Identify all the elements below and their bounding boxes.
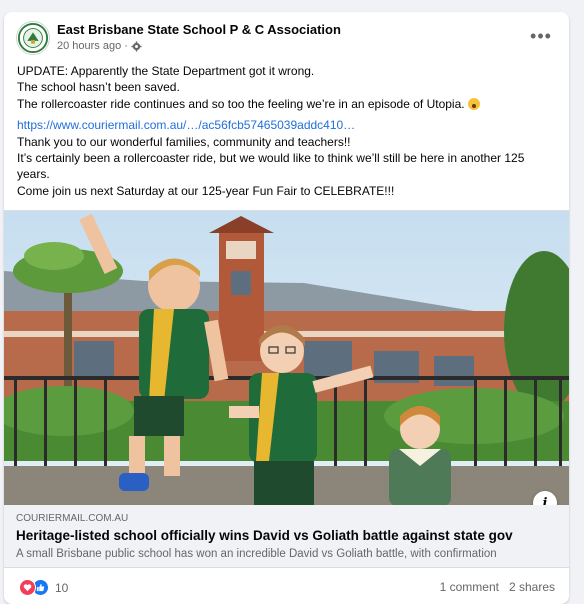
children-school-photo bbox=[4, 211, 569, 506]
post-footer: 10 1 comment 2 shares bbox=[4, 575, 569, 599]
link-preview-image[interactable]: i bbox=[4, 210, 569, 506]
post-line: UPDATE: Apparently the State Department … bbox=[17, 64, 315, 78]
separator-dot: · bbox=[124, 40, 128, 52]
link-domain: COURIERMAIL.COM.AU bbox=[16, 513, 129, 524]
post-card: East Brisbane State School P & C Associa… bbox=[4, 12, 569, 604]
post-line: It’s certainly been a rollercoaster ride… bbox=[17, 151, 525, 182]
page-avatar[interactable] bbox=[16, 21, 50, 55]
gear-icon[interactable] bbox=[131, 40, 142, 52]
comment-count-link[interactable]: 1 comment bbox=[440, 580, 499, 594]
post-line: The school hasn’t been saved. bbox=[17, 80, 180, 95]
love-reaction-icon bbox=[19, 579, 36, 596]
post-line: Come join us next Saturday at our 125-ye… bbox=[17, 183, 395, 198]
link-preview[interactable]: COURIERMAIL.COM.AU Heritage-listed schoo… bbox=[4, 505, 569, 568]
reaction-count: 10 bbox=[55, 580, 69, 595]
post-line-text: The rollercoaster ride continues and so … bbox=[17, 96, 465, 111]
reactions-summary[interactable]: 10 bbox=[19, 579, 68, 596]
school-crest-logo bbox=[17, 22, 49, 54]
astonished-face-emoji bbox=[467, 97, 480, 110]
post-timestamp[interactable]: 20 hours ago bbox=[57, 40, 121, 52]
post-text: UPDATE: Apparently the State Department … bbox=[17, 63, 557, 199]
link-description: A small Brisbane public school has won a… bbox=[16, 548, 497, 560]
link-headline[interactable]: Heritage-listed school officially wins D… bbox=[16, 528, 513, 543]
share-count-link[interactable]: 2 shares bbox=[509, 580, 555, 594]
post-line: The rollercoaster ride continues and so … bbox=[17, 96, 557, 112]
post-header: East Brisbane State School P & C Associa… bbox=[4, 12, 569, 58]
post-line: Thank you to our wonderful families, com… bbox=[17, 134, 351, 149]
page-name-link[interactable]: East Brisbane State School P & C Associa… bbox=[57, 22, 341, 37]
engagement-counts: 1 comment 2 shares bbox=[440, 580, 555, 594]
article-link[interactable]: https://www.couriermail.com.au/…/ac56fcb… bbox=[17, 118, 355, 132]
post-meta: 20 hours ago · bbox=[57, 40, 142, 52]
more-options-icon[interactable]: ••• bbox=[529, 24, 553, 48]
